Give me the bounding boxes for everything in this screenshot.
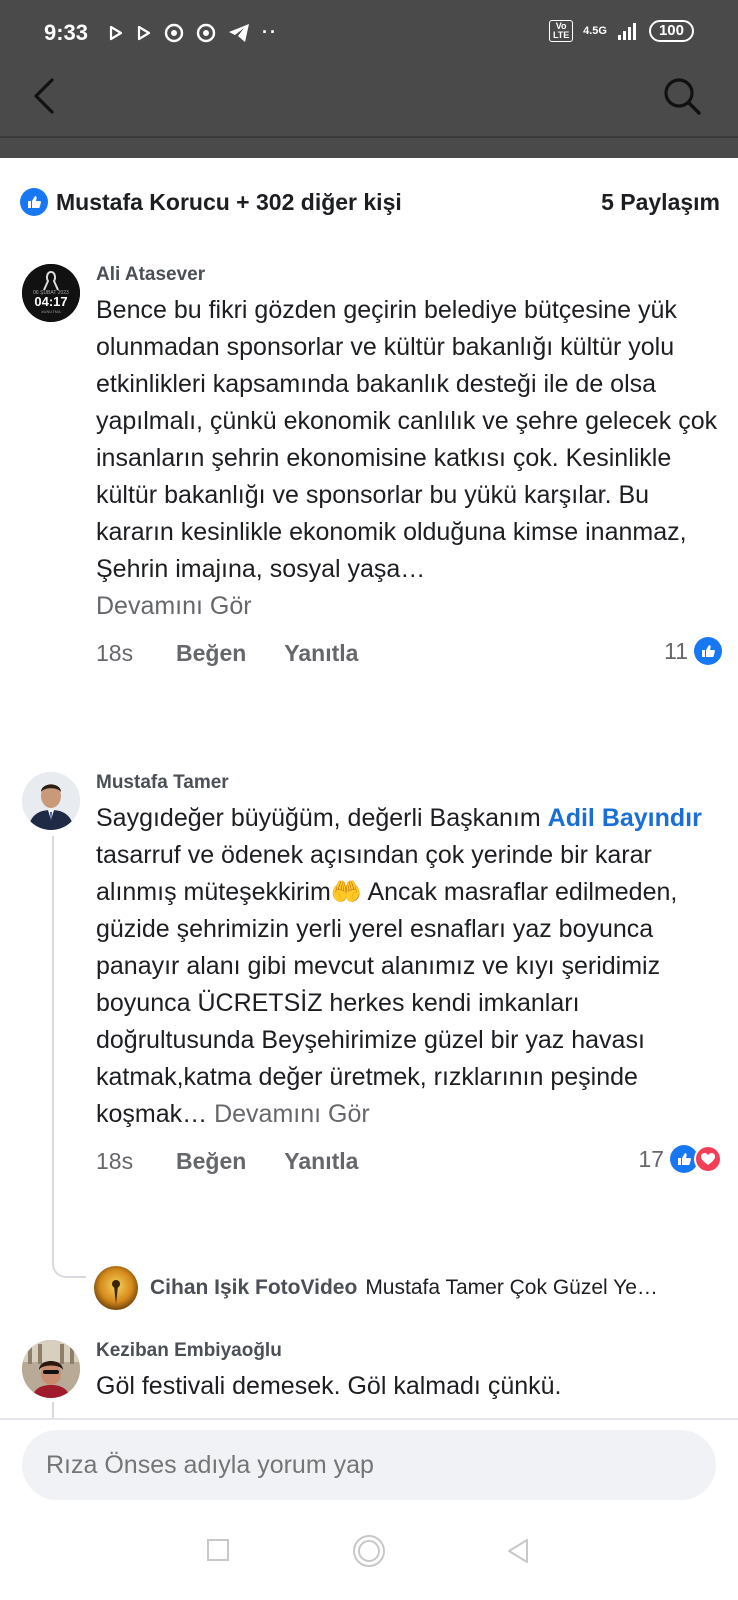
volte-icon: Vo LTE [549, 20, 574, 42]
network-label: 4.5G [583, 25, 607, 37]
comment-text: Saygıdeğer büyüğüm, değerli Başkanım Adi… [96, 800, 722, 1133]
comment-body: Ali Atasever Bence bu fikri gözden geçir… [96, 264, 722, 669]
status-right: Vo LTE 4.5G 100 [549, 20, 694, 42]
search-icon[interactable] [660, 74, 704, 118]
app-bar [0, 66, 738, 158]
comment-actions: 18s Beğen Yanıtla 17 [96, 1145, 722, 1177]
reply-snippet: Mustafa Tamer Çok Güzel Ye… [365, 1276, 658, 1299]
thread-connector [52, 1256, 86, 1278]
signal-icon [617, 23, 636, 40]
status-bar: 9:33 ·· Vo LTE 4.5G 100 [0, 0, 738, 66]
comment-text: Bence bu fikri gözden geçirin belediye b… [96, 292, 722, 625]
reaction-count-value: 17 [638, 1145, 664, 1172]
avatar[interactable]: 06 ŞUBAT 2023 04:17 #UNUTMA [22, 264, 80, 322]
play-icon [137, 25, 151, 40]
like-button[interactable]: Beğen [176, 1148, 246, 1175]
reply-preview[interactable]: Cihan Işik FotoVideo Mustafa Tamer Çok Gü… [94, 1264, 714, 1312]
comment-time: 18s [96, 1147, 134, 1174]
comment-actions: 18s Beğen Yanıtla 11 [96, 637, 722, 669]
chrome-icon [196, 23, 216, 42]
telegram-icon [229, 23, 249, 42]
comment: Mustafa Tamer Saygıdeğer büyüğüm, değerl… [22, 772, 722, 1252]
avatar[interactable] [22, 772, 80, 830]
battery-indicator: 100 [648, 20, 694, 42]
reply-preview-text: Cihan Işik FotoVideo Mustafa Tamer Çok Gü… [150, 1276, 658, 1300]
avatar[interactable] [22, 1340, 80, 1398]
thread-line [52, 1402, 54, 1418]
system-nav-bar [0, 1520, 738, 1600]
love-reaction-icon [694, 1145, 722, 1173]
like-reaction-icon [694, 637, 722, 665]
more-dots-icon: ·· [262, 22, 278, 42]
like-reaction-icon [20, 188, 48, 216]
avatar-tag: #UNUTMA [41, 309, 61, 314]
comment-body: Keziban Embiyaoğlu Göl festivali demesek… [96, 1340, 722, 1405]
comment-text: Göl festivali demesek. Göl kalmadı çünkü… [96, 1372, 562, 1400]
comment-author[interactable]: Ali Atasever [96, 264, 722, 286]
reply-button[interactable]: Yanıtla [284, 1148, 358, 1175]
comment-text-content: Bence bu fikri gözden geçirin belediye b… [96, 296, 718, 583]
reaction-count[interactable]: 17 [638, 1145, 722, 1173]
reactions-summary-text: Mustafa Korucu + 302 diğer kişi [56, 188, 402, 215]
divider [0, 1418, 738, 1420]
avatar[interactable] [94, 1266, 138, 1310]
reply-button[interactable]: Yanıtla [284, 640, 358, 667]
comment-body: Mustafa Tamer Saygıdeğer büyüğüm, değerl… [96, 772, 722, 1177]
home-icon[interactable] [352, 1534, 386, 1568]
comment-input[interactable] [22, 1430, 716, 1500]
recent-apps-icon[interactable] [206, 1538, 230, 1562]
status-time: 9:33 [44, 20, 89, 45]
reply-author[interactable]: Cihan Işik FotoVideo [150, 1276, 357, 1299]
comment-text-before: Saygıdeğer büyüğüm, değerli Başkanım [96, 804, 548, 832]
comment: Keziban Embiyaoğlu Göl festivali demesek… [22, 1340, 722, 1418]
mention-link[interactable]: Adil Bayındır [548, 804, 702, 832]
divider [0, 136, 738, 138]
reactions-summary[interactable]: Mustafa Korucu + 302 diğer kişi 5 Paylaş… [20, 182, 720, 222]
chrome-icon [164, 23, 184, 42]
play-icon [109, 25, 123, 40]
reaction-count-value: 11 [664, 637, 688, 664]
see-more-link[interactable]: Devamını Gör [214, 1100, 370, 1128]
back-nav-icon[interactable] [506, 1538, 530, 1564]
shares-count[interactable]: 5 Paylaşım [601, 189, 720, 216]
comment: 06 ŞUBAT 2023 04:17 #UNUTMA Ali Atasever… [22, 264, 722, 764]
comment-text-after: tasarruf ve ödenek açısından çok yerinde… [96, 841, 678, 1128]
comment-author[interactable]: Mustafa Tamer [96, 772, 722, 794]
comment-time: 18s [96, 639, 134, 666]
notification-icons: ·· [108, 22, 278, 43]
see-more-link[interactable]: Devamını Gör [96, 588, 722, 625]
back-arrow-icon[interactable] [26, 74, 66, 118]
avatar-time: 04:17 [34, 294, 67, 309]
comment-author[interactable]: Keziban Embiyaoğlu [96, 1340, 722, 1362]
reaction-count[interactable]: 11 [664, 637, 722, 665]
like-button[interactable]: Beğen [176, 640, 246, 667]
